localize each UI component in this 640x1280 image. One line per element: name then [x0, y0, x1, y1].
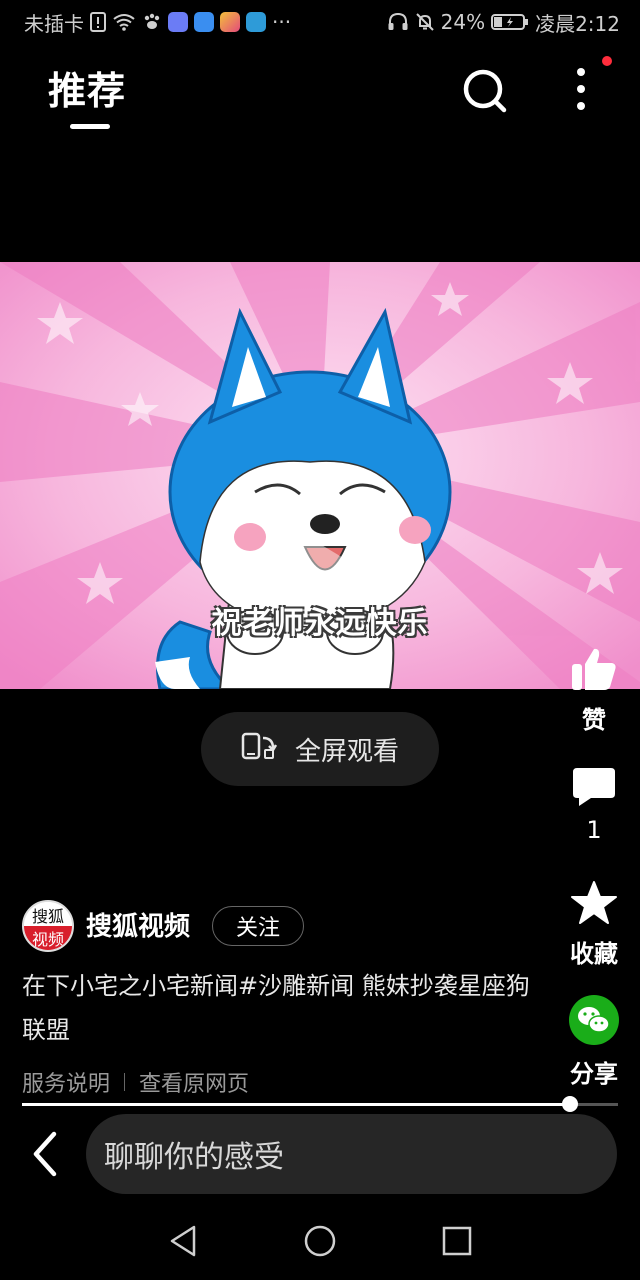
wechat-icon — [569, 995, 619, 1045]
paw-icon — [142, 12, 162, 32]
video-player[interactable]: 祝老师永远快乐 — [0, 262, 640, 689]
wifi-icon — [112, 13, 136, 31]
more-button[interactable] — [566, 62, 596, 118]
more-vertical-icon — [577, 68, 585, 110]
weather-app-icon — [246, 12, 266, 32]
status-left: 未插卡 ··· — [24, 8, 291, 37]
favorite-action[interactable]: 收藏 — [560, 880, 628, 969]
search-icon — [463, 69, 507, 113]
thumbs-up-icon — [572, 648, 616, 690]
battery-percent: 24% — [440, 10, 486, 34]
sim-alert-icon — [90, 12, 106, 32]
clock: 凌晨2:12 — [535, 11, 620, 36]
share-action[interactable]: 分享 — [560, 994, 628, 1089]
video-caption: 在下小宅之小宅新闻#沙雕新闻 熊妹抄袭星座狗联盟 — [22, 972, 530, 1044]
like-label: 赞 — [582, 706, 606, 734]
like-action[interactable]: 赞 — [560, 646, 628, 735]
video-progress-bar[interactable] — [22, 1096, 618, 1112]
avatar-text-bottom: 视频 — [32, 930, 64, 949]
progress-fill — [22, 1103, 571, 1106]
comment-count: 1 — [586, 816, 602, 844]
status-bar: 未插卡 ··· 24% 凌晨2:12 — [0, 0, 640, 44]
follow-button[interactable]: 关注 — [212, 906, 304, 946]
nav-back-button[interactable] — [166, 1224, 200, 1258]
more-notifications-text: ··· — [272, 10, 292, 34]
info-links: 服务说明 查看原网页 — [22, 1066, 249, 1098]
comment-action[interactable]: 1 — [560, 766, 628, 844]
view-original-link[interactable]: 查看原网页 — [139, 1066, 249, 1098]
system-nav-bar — [0, 1200, 640, 1280]
favorite-label: 收藏 — [570, 940, 618, 968]
fullscreen-rotate-icon — [241, 730, 278, 769]
avatar-text-top: 搜狐 — [32, 907, 64, 926]
carrier-text: 未插卡 — [24, 11, 84, 36]
chevron-left-icon — [33, 1131, 57, 1177]
comment-placeholder: 聊聊你的感受 — [104, 1140, 284, 1175]
square-recents-icon — [442, 1226, 472, 1256]
progress-thumb[interactable] — [562, 1096, 579, 1112]
nav-home-button[interactable] — [303, 1224, 337, 1258]
nav-recents-button[interactable] — [440, 1224, 474, 1258]
service-info-link[interactable]: 服务说明 — [22, 1066, 110, 1098]
status-right: 24% 凌晨2:12 — [387, 8, 620, 37]
comment-bubble-icon — [573, 768, 615, 806]
star-icon — [571, 881, 617, 924]
fullscreen-button[interactable]: 全屏观看 — [201, 712, 439, 786]
store-app-icon — [220, 12, 240, 32]
video-subtitle: 祝老师永远快乐 — [211, 606, 429, 641]
comment-input[interactable]: 聊聊你的感受 — [86, 1114, 617, 1194]
fullscreen-label: 全屏观看 — [294, 736, 399, 767]
search-button[interactable] — [460, 66, 510, 116]
mute-bell-icon — [415, 12, 435, 32]
browser-app-icon — [194, 12, 214, 32]
back-button[interactable] — [28, 1130, 62, 1178]
battery-icon — [491, 13, 529, 31]
music-app-icon — [168, 12, 188, 32]
tab-recommend[interactable]: 推荐 — [48, 60, 126, 115]
author-name[interactable]: 搜狐视频 — [86, 906, 190, 943]
link-divider — [124, 1073, 126, 1091]
triangle-back-icon — [170, 1225, 196, 1257]
circle-home-icon — [304, 1225, 336, 1257]
author-avatar[interactable]: 搜狐 视频 — [22, 900, 74, 952]
notification-dot — [602, 56, 612, 66]
share-label: 分享 — [570, 1060, 618, 1088]
sohu-video-logo: 搜狐 视频 — [24, 902, 72, 950]
tab-active-indicator — [70, 124, 110, 129]
headphones-icon — [387, 12, 409, 32]
